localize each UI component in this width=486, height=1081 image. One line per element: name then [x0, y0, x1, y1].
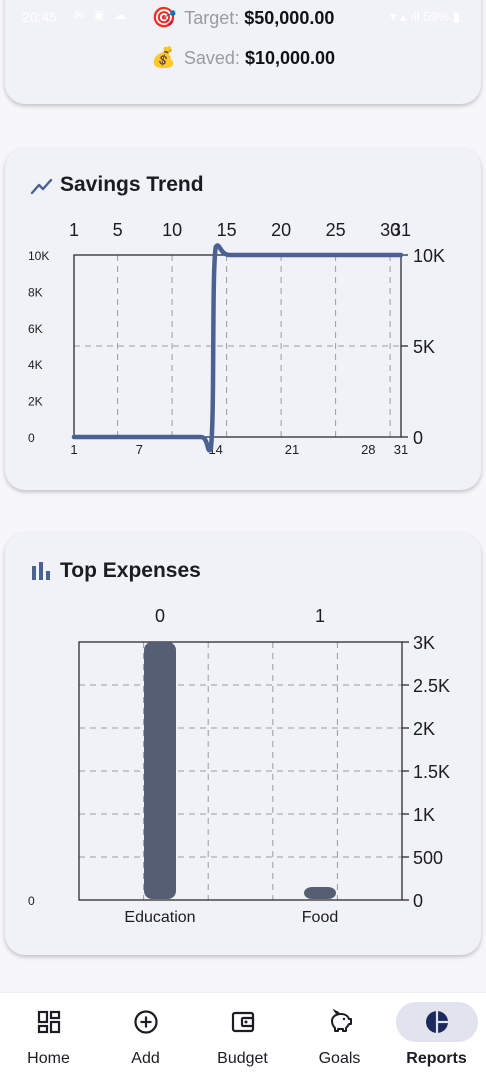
nav-goals[interactable]: Goals [291, 993, 388, 1081]
nav-reports[interactable]: Reports [388, 993, 485, 1081]
y-left-tick-label: 0 [28, 894, 35, 908]
y-right-tick-label: 0 [413, 891, 423, 911]
category-label: Education [124, 909, 195, 926]
x-bottom-tick-label: 28 [361, 442, 375, 457]
nav-home[interactable]: Home [0, 993, 97, 1081]
target-value: $50,000.00 [244, 8, 335, 28]
category-label: Food [302, 909, 338, 926]
nav-add[interactable]: Add [97, 993, 194, 1081]
x-top-tick-label: 5 [113, 220, 123, 240]
dashboard-icon [37, 1010, 60, 1034]
expense-bar [144, 642, 176, 899]
x-bottom-tick-label: 31 [394, 442, 408, 457]
nav-budget[interactable]: Budget [194, 993, 291, 1081]
x-top-tick-label: 31 [391, 220, 411, 240]
savings-trend-title: Savings Trend [60, 173, 204, 196]
nav-budget-label: Budget [217, 1050, 268, 1067]
x-top-tick-label: 20 [271, 220, 291, 240]
y-right-tick-label: 2.5K [413, 676, 450, 696]
savings-series-line [71, 243, 404, 453]
add-circle-icon [133, 1010, 158, 1034]
saved-row: 💰 Saved: $10,000.00 [0, 45, 486, 70]
y-left-tick-label: 2K [28, 395, 43, 409]
y-right-tick-label: 3K [413, 633, 435, 653]
y-right-tick-label: 500 [413, 848, 443, 868]
piggy-bank-icon [330, 1009, 352, 1032]
y-left-tick-label: 8K [28, 285, 43, 299]
target-row: 🎯 Target: $50,000.00 [0, 5, 486, 30]
y-right-tick-label: 10K [413, 246, 445, 266]
saved-value: $10,000.00 [244, 48, 336, 68]
nav-add-label: Add [131, 1050, 160, 1067]
y-left-tick-label: 4K [28, 358, 43, 372]
y-right-tick-label: 5K [413, 337, 435, 357]
y-left-tick-label: 10K [28, 249, 49, 263]
x-bottom-tick-label: 1 [70, 442, 77, 457]
trending-up-icon [30, 178, 53, 195]
bar-top-label: 0 [155, 606, 165, 626]
y-left-tick-label: 6K [28, 322, 43, 336]
wallet-icon [231, 1011, 254, 1033]
bar-top-label: 1 [315, 606, 325, 626]
pie-chart-icon [425, 1010, 448, 1034]
saved-label: Saved: [183, 48, 240, 68]
y-right-tick-label: 0 [413, 428, 423, 448]
top-expenses-chart: 0 500 1K 1.5K 2K 2.5K 3K 0 Education 0 Food 1 [28, 606, 450, 926]
savings-trend-chart: 1 5 10 15 20 25 30311 7 14 21 28 3102K4K6K8K10K05K1… [28, 220, 445, 457]
x-top-tick-label: 15 [217, 220, 237, 240]
top-expenses-title: Top Expenses [60, 559, 201, 582]
x-top-tick-label: 25 [326, 220, 346, 240]
nav-goals-label: Goals [318, 1050, 361, 1067]
target-label: Target: [184, 8, 240, 28]
bar-chart-icon [32, 562, 50, 580]
y-left-tick-label: 0 [28, 431, 35, 445]
target-icon: 🎯 [151, 7, 177, 29]
money-bag-icon: 💰 [150, 47, 176, 69]
expense-bar [304, 887, 336, 899]
x-bottom-tick-label: 7 [136, 442, 143, 457]
y-right-tick-label: 2K [413, 719, 435, 739]
x-top-tick-label: 10 [162, 220, 182, 240]
x-bottom-tick-label: 21 [285, 442, 299, 457]
y-right-tick-label: 1K [413, 805, 435, 825]
nav-home-label: Home [27, 1050, 70, 1067]
y-right-tick-label: 1.5K [413, 762, 450, 782]
bottom-navigation: Home Add Budget Goals Reports [0, 992, 486, 1081]
nav-reports-label: Reports [406, 1050, 467, 1067]
x-top-tick-label: 1 [69, 220, 79, 240]
